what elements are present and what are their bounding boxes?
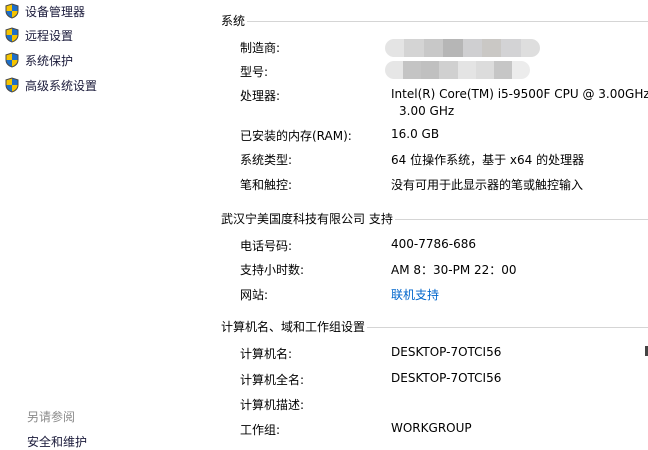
uac-shield-icon: [5, 27, 19, 43]
sidebar-item-advanced-settings[interactable]: 高级系统设置: [5, 76, 97, 94]
system-type-value: 64 位操作系统，基于 x64 的处理器: [391, 153, 585, 167]
processor-value-line2: 3.00 GHz: [399, 104, 455, 118]
sidebar-item-label: 高级系统设置: [25, 78, 98, 93]
sidebar-item-label: 远程设置: [25, 28, 74, 43]
sidebar-item-device-manager[interactable]: 设备管理器: [5, 2, 85, 20]
sidebar-item-label: 设备管理器: [25, 4, 86, 19]
section-computer-name: 计算机名、域和工作组设置: [221, 318, 648, 334]
uac-shield-icon: [5, 77, 19, 93]
sidebar-item-remote-settings[interactable]: 远程设置: [5, 26, 73, 44]
section-title: 系统: [221, 13, 246, 28]
redacted-manufacturer: [385, 39, 540, 57]
pen-touch-value: 没有可用于此显示器的笔或触控输入: [391, 178, 584, 192]
redacted-model: [385, 61, 530, 79]
section-system: 系统: [221, 12, 648, 28]
section-support: 武汉宁美国度科技有限公司 支持: [221, 210, 648, 226]
processor-label: 处理器:: [240, 89, 281, 103]
divider: [394, 219, 648, 220]
workgroup-label: 工作组:: [240, 423, 281, 437]
full-name-label: 计算机全名:: [240, 373, 305, 387]
sidebar-item-label: 系统保护: [25, 53, 74, 68]
section-title: 计算机名、域和工作组设置: [221, 319, 366, 334]
ram-label: 已安装的内存(RAM):: [240, 129, 352, 143]
workgroup-value: WORKGROUP: [391, 421, 472, 435]
system-type-label: 系统类型:: [240, 153, 293, 167]
description-label: 计算机描述:: [240, 398, 305, 412]
computer-name-label: 计算机名:: [240, 347, 293, 361]
phone-label: 电话号码:: [240, 239, 293, 253]
see-also-heading: 另请参阅: [27, 410, 76, 424]
full-name-value: DESKTOP-7OTCI56: [391, 371, 502, 385]
uac-shield-icon: [5, 52, 19, 68]
sidebar-item-system-protection[interactable]: 系统保护: [5, 51, 73, 69]
online-support-link[interactable]: 联机支持: [391, 286, 439, 303]
divider: [247, 21, 648, 22]
pen-touch-label: 笔和触控:: [240, 178, 293, 192]
computer-name-value: DESKTOP-7OTCI56: [391, 345, 502, 359]
manufacturer-label: 制造商:: [240, 41, 281, 55]
model-label: 型号:: [240, 65, 269, 79]
phone-value: 400-7786-686: [391, 237, 477, 251]
divider: [367, 327, 648, 328]
ram-value: 16.0 GB: [391, 127, 440, 141]
hours-label: 支持小时数:: [240, 263, 305, 277]
security-maintenance-link[interactable]: 安全和维护: [27, 433, 87, 450]
hours-value: AM 8：30-PM 22：00: [391, 263, 517, 277]
processor-value: Intel(R) Core(TM) i5-9500F CPU @ 3.00GHz: [391, 87, 648, 101]
section-title: 武汉宁美国度科技有限公司 支持: [221, 211, 393, 226]
uac-shield-icon: [5, 3, 19, 19]
website-label: 网站:: [240, 288, 269, 302]
